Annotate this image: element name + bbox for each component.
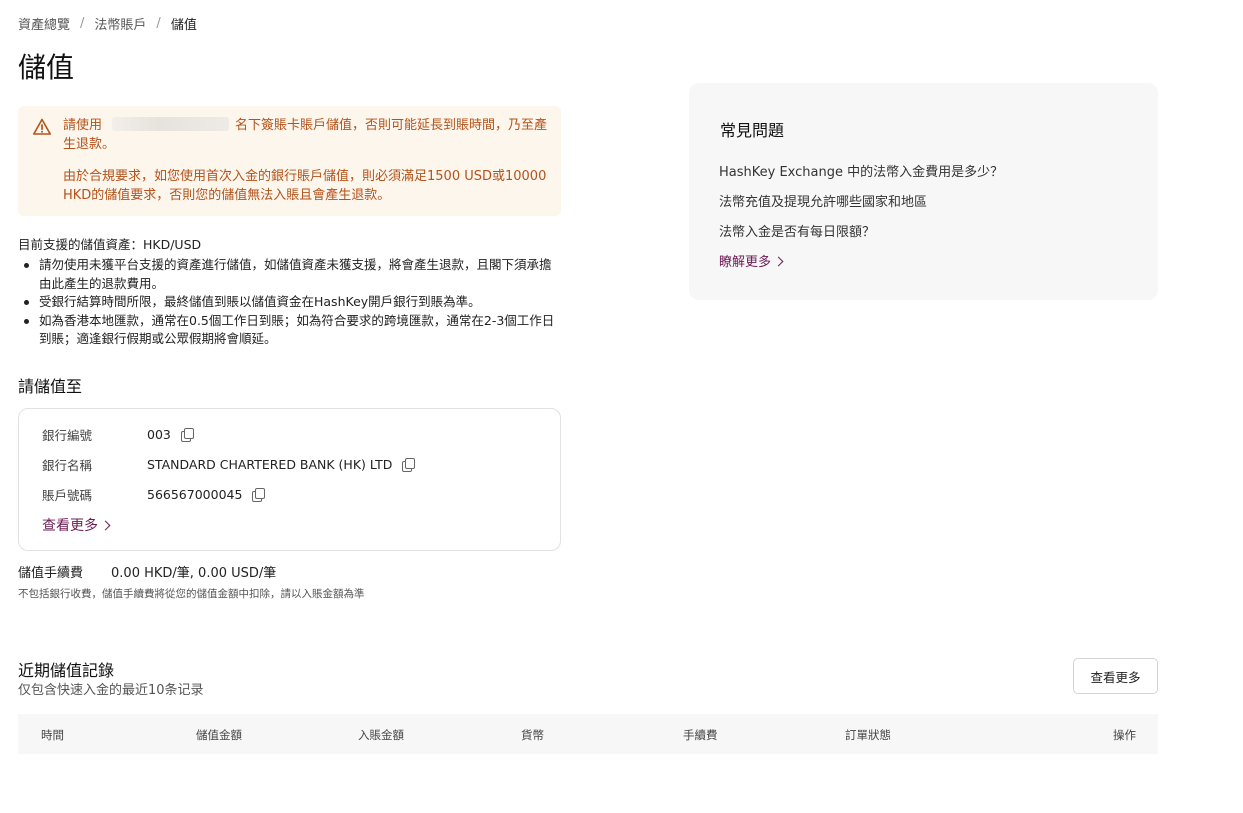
breadcrumb-separator: / bbox=[80, 16, 85, 31]
column-deposit-amount: 儲值金額 bbox=[196, 728, 242, 742]
supported-assets: 目前支援的儲值資產：HKD/USD bbox=[18, 237, 202, 252]
table-header: 時間 儲值金額 入賬金額 貨幣 手續費 訂單狀態 操作 bbox=[18, 714, 1158, 754]
breadcrumb: 資產總覽 / 法幣賬戶 / 儲值 bbox=[18, 14, 197, 33]
column-currency: 貨幣 bbox=[521, 728, 544, 742]
warning-box: 請使用 名下簽賬卡賬戶儲值，否則可能延長到賬時間，乃至產生退款。 由於合規要求，如… bbox=[18, 106, 561, 216]
redacted-name bbox=[112, 117, 230, 131]
deposit-to-title: 請儲值至 bbox=[18, 377, 83, 396]
bank-name-row: 銀行名稱 STANDARD CHARTERED BANK (HK) LTD bbox=[42, 454, 416, 474]
account-number-value: 566567000045 bbox=[147, 486, 243, 502]
column-credited-amount: 入賬金額 bbox=[358, 728, 404, 742]
warning-text-before: 請使用 bbox=[63, 118, 103, 133]
column-action: 操作 bbox=[1113, 728, 1136, 742]
bank-name-value: STANDARD CHARTERED BANK (HK) LTD bbox=[147, 456, 393, 472]
faq-question-fee[interactable]: HashKey Exchange 中的法幣入金費用是多少？ bbox=[719, 161, 1003, 180]
breadcrumb-fiat-account[interactable]: 法幣賬戶 bbox=[94, 14, 146, 33]
see-more-bank-link[interactable]: 查看更多 bbox=[42, 515, 111, 535]
deposit-fee-label: 儲值手續費 bbox=[18, 566, 84, 581]
page-title: 儲值 bbox=[18, 51, 75, 84]
faq-panel: 常見問題 HashKey Exchange 中的法幣入金費用是多少？ 法幣充值及… bbox=[689, 83, 1158, 300]
chevron-right-icon bbox=[773, 256, 784, 267]
faq-learn-more-link[interactable]: 瞭解更多 bbox=[719, 251, 784, 270]
notice-item: 受銀行結算時間所限，最終儲值到賬以儲值資金在HashKey開戶銀行到賬為準。 bbox=[18, 293, 563, 312]
column-order-status: 訂單狀態 bbox=[845, 728, 891, 742]
faq-question-limit[interactable]: 法幣入金是否有每日限額？ bbox=[719, 221, 875, 240]
copy-icon[interactable] bbox=[402, 457, 416, 472]
bank-name-label: 銀行名稱 bbox=[42, 457, 93, 473]
notice-item: 請勿使用未獲平台支援的資產進行儲值，如儲值資產未獲支援，將會產生退款，且閣下須承… bbox=[18, 256, 563, 293]
breadcrumb-separator: / bbox=[156, 16, 161, 31]
warning-text-compliance: 由於合規要求，如您使用首次入金的銀行賬戶儲值，則必須滿足1500 USD或100… bbox=[63, 169, 547, 203]
notice-item: 如為香港本地匯款，通常在0.5個工作日到賬；如為符合要求的跨境匯款，通常在2-3… bbox=[18, 312, 563, 349]
recent-deposits-subtitle: 仅包含快速入金的最近10条记录 bbox=[18, 683, 204, 698]
column-time: 時間 bbox=[41, 728, 64, 742]
bank-code-value: 003 bbox=[147, 426, 171, 442]
chevron-right-icon bbox=[100, 520, 111, 531]
warning-text-primary: 請使用 名下簽賬卡賬戶儲值，否則可能延長到賬時間，乃至產生退款。 bbox=[63, 116, 553, 154]
breadcrumb-current: 儲值 bbox=[170, 18, 197, 33]
bank-info-card: 銀行編號 003 銀行名稱 STANDARD CHARTERED BANK (H… bbox=[18, 408, 561, 551]
deposit-fee: 儲值手續費 0.00 HKD/筆, 0.00 USD/筆 bbox=[18, 562, 276, 581]
see-more-label: 查看更多 bbox=[42, 518, 98, 534]
recent-deposits-title: 近期儲值記錄 bbox=[18, 661, 115, 680]
copy-icon[interactable] bbox=[252, 487, 266, 502]
deposit-fee-value: 0.00 HKD/筆, 0.00 USD/筆 bbox=[111, 566, 277, 581]
bank-code-label: 銀行編號 bbox=[42, 427, 93, 443]
bank-code-row: 銀行編號 003 bbox=[42, 424, 194, 444]
warning-triangle-icon bbox=[33, 118, 51, 135]
faq-learn-more-label: 瞭解更多 bbox=[719, 255, 772, 270]
faq-question-regions[interactable]: 法幣充值及提現允許哪些國家和地區 bbox=[719, 191, 927, 210]
view-more-button[interactable]: 查看更多 bbox=[1073, 658, 1158, 694]
account-number-label: 賬戶號碼 bbox=[42, 487, 93, 503]
column-fee: 手續費 bbox=[683, 728, 718, 742]
breadcrumb-asset-overview[interactable]: 資產總覽 bbox=[18, 14, 70, 33]
copy-icon[interactable] bbox=[180, 427, 194, 442]
account-number-row: 賬戶號碼 566567000045 bbox=[42, 484, 266, 504]
faq-title: 常見問題 bbox=[720, 121, 785, 140]
deposit-fee-note: 不包括銀行收費，儲值手續費將從您的儲值金額中扣除，請以入賬金額為準 bbox=[18, 588, 365, 600]
notice-list: 請勿使用未獲平台支援的資產進行儲值，如儲值資產未獲支援，將會產生退款，且閣下須承… bbox=[18, 256, 563, 349]
